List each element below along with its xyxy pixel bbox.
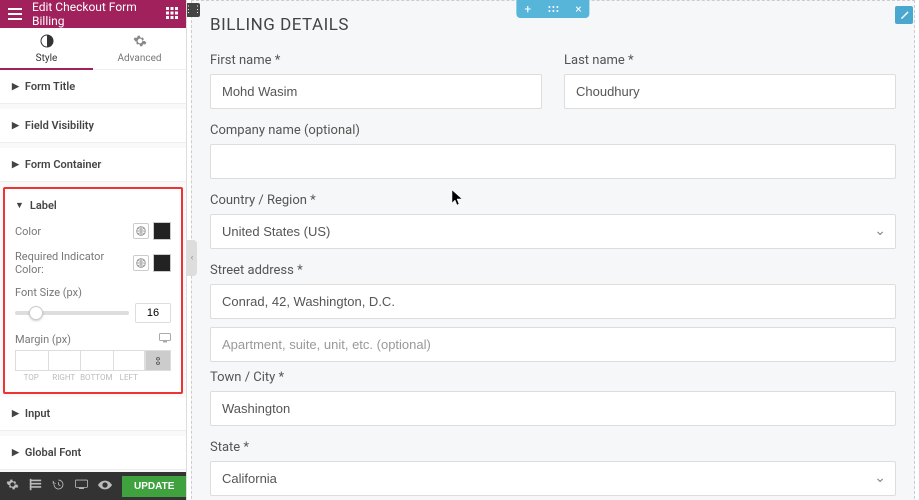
company-label: Company name (optional)	[210, 123, 896, 138]
tab-style[interactable]: Style	[0, 28, 93, 69]
responsive-icon[interactable]	[75, 478, 88, 494]
color-label: Color	[15, 225, 41, 238]
street1-input[interactable]	[210, 284, 896, 319]
color-swatch[interactable]	[153, 254, 171, 272]
collapse-sidebar-handle[interactable]: ‹	[187, 240, 197, 276]
menu-icon[interactable]	[8, 8, 24, 20]
panel-body: ▶Form Title ▶Field Visibility ▶Form Cont…	[0, 70, 186, 472]
sidebar-tabs: Style Advanced	[0, 28, 186, 70]
country-label: Country / Region *	[210, 193, 896, 208]
company-input[interactable]	[210, 144, 896, 179]
caret-right-icon: ▶	[12, 448, 19, 458]
accordion-form-title[interactable]: ▶Form Title	[0, 70, 186, 104]
delete-section-button[interactable]: ×	[567, 0, 589, 18]
link-values-button[interactable]	[145, 350, 171, 371]
accordion-form-container[interactable]: ▶Form Container	[0, 148, 186, 182]
gear-icon	[133, 34, 147, 51]
accordion-input[interactable]: ▶Input	[0, 397, 186, 431]
globe-icon[interactable]	[133, 255, 149, 271]
margin-left-input[interactable]	[113, 350, 146, 371]
drag-handle-icon[interactable]: ⋮⋮	[187, 3, 200, 17]
city-input[interactable]	[210, 391, 896, 426]
editor-sidebar: Edit Checkout Form Billing Style Advance…	[0, 0, 187, 500]
billing-form: BILLING DETAILS First name * Last name *…	[191, 0, 915, 500]
section-controls: + ×	[516, 0, 589, 18]
preview-area: ⋮⋮ + × BILLING DETAILS First name * Last…	[187, 0, 919, 500]
first-name-label: First name *	[210, 53, 542, 68]
accordion-label-head[interactable]: ▼Label	[5, 189, 181, 222]
slider-thumb[interactable]	[29, 306, 43, 320]
sidebar-footer: UPDATE ▲	[0, 472, 186, 500]
street2-input[interactable]	[210, 327, 896, 362]
navigator-icon[interactable]	[29, 478, 42, 494]
tab-label: Advanced	[117, 53, 161, 64]
country-select[interactable]	[210, 214, 896, 249]
add-section-button[interactable]: +	[516, 0, 539, 18]
history-icon[interactable]	[52, 478, 65, 494]
caret-right-icon: ▶	[12, 160, 19, 170]
margin-label: Margin (px)	[15, 333, 71, 346]
font-size-label: Font Size (px)	[15, 286, 82, 299]
sidebar-header: Edit Checkout Form Billing	[0, 0, 186, 28]
caret-right-icon: ▶	[12, 121, 19, 131]
apps-icon[interactable]	[166, 7, 178, 22]
update-button[interactable]: UPDATE	[122, 476, 186, 497]
edit-widget-button[interactable]	[895, 6, 913, 24]
state-select[interactable]	[210, 461, 896, 496]
globe-icon[interactable]	[133, 223, 149, 239]
font-size-input[interactable]	[135, 303, 171, 323]
settings-icon[interactable]	[6, 478, 19, 494]
caret-down-icon: ▼	[15, 200, 24, 211]
state-label: State *	[210, 440, 896, 455]
street-label: Street address *	[210, 263, 896, 278]
accordion-field-visibility[interactable]: ▶Field Visibility	[0, 109, 186, 143]
req-indicator-label: Required Indicator Color:	[15, 250, 133, 276]
last-name-input[interactable]	[564, 74, 896, 109]
tab-advanced[interactable]: Advanced	[93, 28, 186, 69]
last-name-label: Last name *	[564, 53, 896, 68]
margin-top-input[interactable]	[15, 350, 48, 371]
margin-right-input[interactable]	[48, 350, 81, 371]
accordion-label: ▼Label Color Required Indicator Color:	[3, 187, 183, 394]
desktop-icon[interactable]	[159, 333, 171, 346]
edit-section-button[interactable]	[539, 0, 567, 18]
accordion-global-font[interactable]: ▶Global Font	[0, 436, 186, 470]
sidebar-title: Edit Checkout Form Billing	[32, 0, 166, 28]
caret-right-icon: ▶	[12, 409, 19, 419]
city-label: Town / City *	[210, 370, 896, 385]
caret-right-icon: ▶	[12, 82, 19, 92]
form-heading: BILLING DETAILS	[210, 15, 896, 35]
contrast-icon	[40, 34, 54, 51]
margin-bottom-input[interactable]	[80, 350, 113, 371]
color-swatch[interactable]	[153, 222, 171, 240]
first-name-input[interactable]	[210, 74, 542, 109]
tab-label: Style	[36, 53, 58, 64]
font-size-slider[interactable]	[15, 311, 129, 315]
preview-icon[interactable]	[98, 479, 112, 493]
